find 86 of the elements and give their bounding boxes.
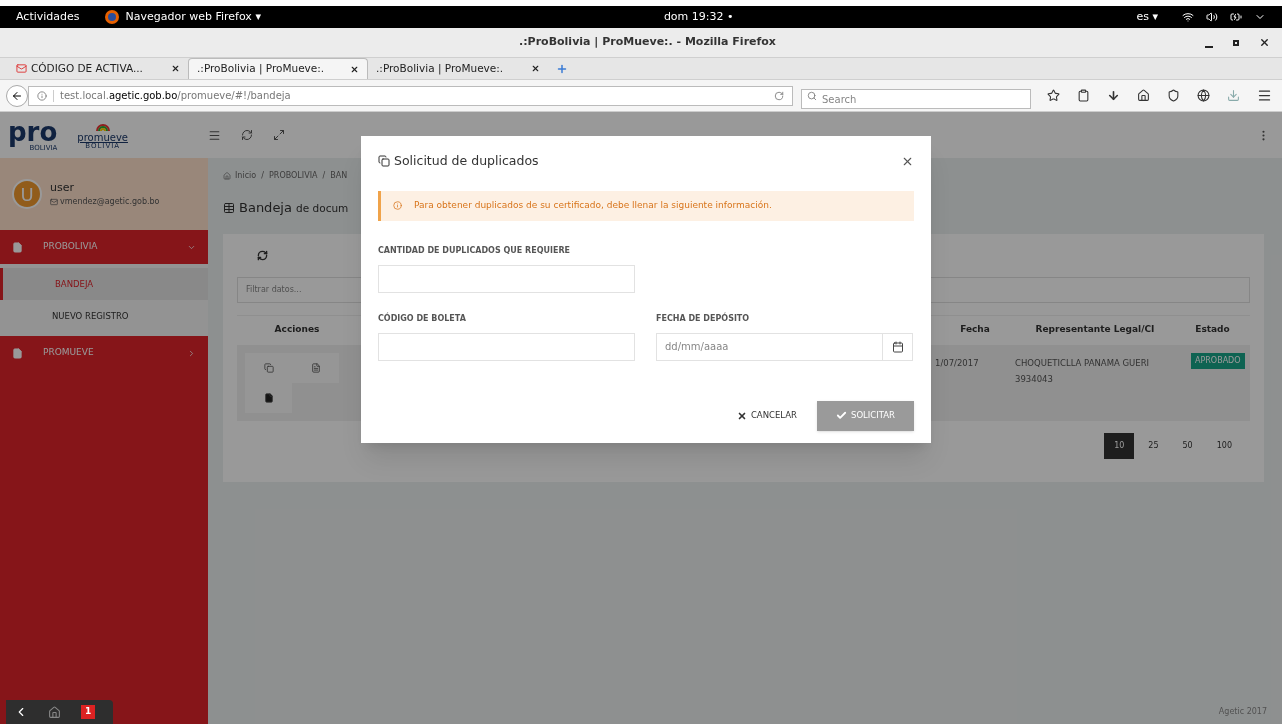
refresh-icon[interactable]: [257, 249, 268, 261]
globe-icon[interactable]: [1197, 89, 1210, 102]
table-icon: [223, 201, 235, 214]
close-icon[interactable]: [1259, 37, 1270, 48]
date-field[interactable]: dd/mm/aaaa: [656, 332, 913, 361]
close-icon: [736, 410, 747, 421]
duplicate-icon: [263, 362, 274, 373]
notification-badge[interactable]: 1: [81, 705, 96, 719]
info-icon: [393, 201, 402, 211]
home-icon: [223, 172, 231, 180]
refresh-icon[interactable]: [241, 129, 253, 141]
reload-icon[interactable]: [774, 90, 784, 101]
user-name: user: [50, 179, 75, 196]
url-text: test.local.agetic.gob.bo/promueve/#!/bandeja: [60, 89, 292, 103]
column-header: Estado: [1194, 323, 1231, 337]
status-badge: APROBADO: [1191, 352, 1245, 369]
envelope-icon: [50, 198, 58, 207]
battery-icon[interactable]: [1230, 11, 1242, 23]
calendar-icon[interactable]: [891, 340, 904, 353]
alert-text: Para obtener duplicados de su certificado, debe llenar la siguiente información.: [414, 199, 772, 212]
user-email: vmendez@agetic.gob.bo: [60, 196, 160, 209]
sidebar-item[interactable]: PROMUEVE: [0, 336, 208, 370]
home-icon[interactable]: [1137, 89, 1150, 102]
maximize-icon[interactable]: [1233, 39, 1239, 46]
bookmark-star-icon[interactable]: [1047, 89, 1060, 102]
close-tab-icon[interactable]: [531, 64, 540, 73]
sidebar-item[interactable]: PROBOLIVIA: [0, 230, 208, 264]
column-header: Acciones: [273, 323, 321, 337]
pdf-icon: [310, 362, 321, 373]
browser-tab[interactable]: .:ProBolivia | ProMueve:.: [368, 58, 548, 79]
address-field[interactable]: test.local.agetic.gob.bo/promueve/#!/bandeja: [28, 85, 793, 106]
clock[interactable]: dom 19:32 •: [663, 8, 734, 26]
check-icon: [836, 410, 847, 422]
house-icon[interactable]: [48, 705, 61, 719]
mail-icon: [16, 63, 27, 74]
search-field[interactable]: Search: [801, 89, 1031, 109]
file-icon: [263, 392, 274, 403]
promueve-logo: promueve: [77, 132, 128, 143]
file-button[interactable]: [245, 382, 292, 413]
date-cell-text: 1/07/2017: [935, 356, 980, 370]
browser-tab[interactable]: CÓDIGO DE ACTIVA...: [8, 58, 188, 79]
field-label: CÓDIGO DE BOLETA: [378, 312, 467, 325]
modal-title: Solicitud de duplicados: [394, 152, 540, 170]
field-label: FECHA DE DEPÓSITO: [656, 312, 751, 325]
submenu-item[interactable]: NUEVO REGISTRO: [0, 300, 208, 332]
footer-text: Agetic 2017: [1218, 706, 1267, 718]
wifi-icon[interactable]: [1182, 11, 1194, 23]
window-title: .:ProBolivia | ProMueve:. - Mozilla Firefox: [519, 34, 776, 51]
app-menu[interactable]: Navegador web Firefox ▾: [125, 8, 261, 26]
search-icon: [807, 90, 817, 101]
column-header: Representante Legal/CI: [1034, 323, 1156, 337]
page-size-button[interactable]: 100: [1206, 432, 1242, 459]
input-field[interactable]: [378, 264, 635, 293]
representative-name: CHOQUETICLLA PANAMA GUERI: [1015, 356, 1151, 370]
chevron-right-icon: [187, 348, 196, 358]
pro-logo: pro: [8, 118, 58, 145]
clipboard-icon[interactable]: [1077, 89, 1090, 102]
close-tab-icon[interactable]: [350, 64, 359, 74]
file-icon: [12, 241, 23, 253]
page-title: Bandeja de docum: [239, 199, 349, 217]
back-arrow-icon: [11, 89, 23, 102]
avatar: U: [12, 179, 42, 209]
cancel-button[interactable]: CANCELAR: [736, 409, 797, 423]
column-header: Fecha: [959, 323, 991, 337]
input-field[interactable]: [378, 332, 635, 361]
menu-icon[interactable]: [1257, 88, 1272, 103]
file-icon: [12, 347, 23, 359]
page-size-button[interactable]: 10: [1104, 432, 1135, 459]
activities-button[interactable]: Actividades: [16, 8, 80, 26]
date-input[interactable]: dd/mm/aaaa: [657, 333, 882, 360]
back-button[interactable]: [6, 84, 28, 107]
fullscreen-icon[interactable]: [273, 129, 285, 141]
page-size-button[interactable]: 25: [1138, 432, 1169, 459]
id-number: 3934043: [1015, 373, 1054, 386]
browser-tab[interactable]: .:ProBolivia | ProMueve:.: [188, 58, 368, 79]
down-arrow-icon[interactable]: [1107, 89, 1120, 102]
volume-icon[interactable]: [1206, 11, 1218, 23]
breadcrumb: Inicio / PROBOLIVIA / BAN: [235, 170, 348, 182]
field-label: CANTIDAD DE DUPLICADOS QUE REQUIERE: [378, 244, 571, 257]
new-tab-icon[interactable]: [556, 63, 568, 75]
duplicate-icon: [378, 155, 390, 168]
language-menu[interactable]: es ▾: [1136, 8, 1158, 26]
page-size-button[interactable]: 50: [1172, 432, 1203, 459]
browser-logo-icon: [103, 9, 120, 25]
minimize-icon[interactable]: [1205, 45, 1213, 48]
close-tab-icon[interactable]: [171, 64, 180, 73]
